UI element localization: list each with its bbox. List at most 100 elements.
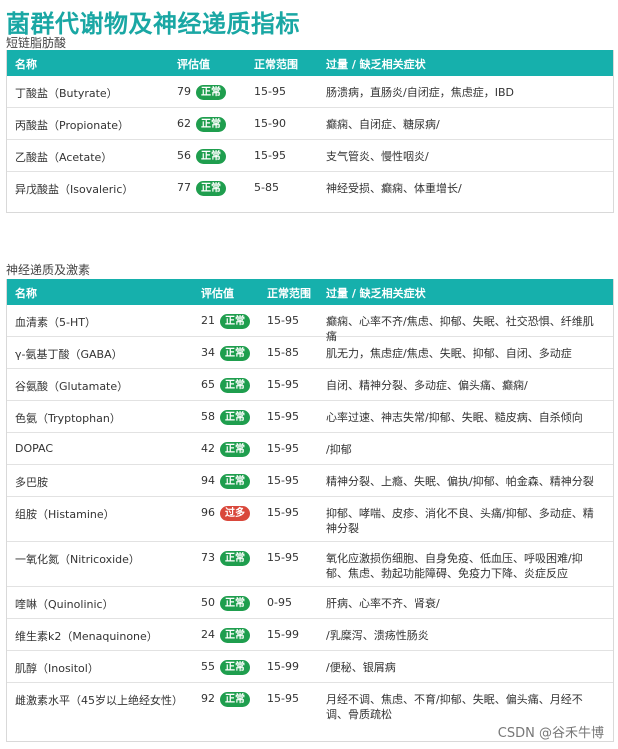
row-score: 77 正常 [177,181,226,196]
row-symptoms: 抑郁、哮喘、皮疹、消化不良、头痛/抑郁、多动症、精神分裂 [326,507,594,535]
table-row: 多巴胺 94 正常 15-95 精神分裂、上瘾、失眠、偏执/抑郁、帕金森、精神分裂 [7,465,613,497]
row-name: 色氨（Tryptophan） [15,412,121,425]
row-name: 多巴胺 [15,476,48,489]
row-symptoms: 肝病、心率不齐、肾衰/ [326,597,440,610]
row-name: 雌激素水平（45岁以上绝经女性） [15,694,183,707]
header-name: 名称 [15,287,37,300]
status-badge: 正常 [196,181,226,196]
score-value: 77 [177,181,191,194]
table-body: 丁酸盐（Butyrate） 79 正常 15-95 肠溃病，直肠炎/自闭症，焦虑症，IB… [7,76,613,203]
header-range: 正常范围 [267,287,311,300]
row-score: 24 正常 [201,628,250,643]
row-score: 96 过多 [201,506,250,521]
row-score: 73 正常 [201,551,250,566]
header-name: 名称 [15,58,37,71]
status-badge: 正常 [220,314,250,329]
row-name: γ-氨基丁酸（GABA） [15,348,123,361]
score-value: 92 [201,692,215,705]
score-value: 96 [201,506,215,519]
row-score: 55 正常 [201,660,250,675]
status-badge: 过多 [220,506,250,521]
row-range: 15-95 [267,692,299,705]
row-symptoms: 心率过速、神志失常/抑郁、失眠、糙皮病、自杀倾向 [326,411,583,424]
row-range: 15-99 [267,628,299,641]
row-range: 0-95 [267,596,292,609]
row-range: 15-95 [267,378,299,391]
row-score: 50 正常 [201,596,250,611]
row-range: 15-90 [254,117,286,130]
row-name: DOPAC [15,442,54,455]
row-range: 15-95 [267,474,299,487]
status-badge: 正常 [220,378,250,393]
row-score: 92 正常 [201,692,250,707]
score-value: 56 [177,149,191,162]
row-range: 15-95 [254,85,286,98]
table-row: γ-氨基丁酸（GABA） 34 正常 15-85 肌无力，焦虑症/焦虑、失眠、抑郁、自闭… [7,337,613,369]
row-score: 42 正常 [201,442,250,457]
table-neuro: 名称 评估值 正常范围 过量 / 缺乏相关症状 血清素（5-HT） 21 正常 15-… [6,279,614,742]
section-label-scfa: 短链脂肪酸 [6,36,67,50]
status-badge: 正常 [220,442,250,457]
table-row: 谷氨酸（Glutamate） 65 正常 15-95 自闭、精神分裂、多动症、偏头痛、癫… [7,369,613,401]
table-row: 异戊酸盐（Isovaleric） 77 正常 5-85 神经受损、癫痫、体重增长/ [7,172,613,203]
score-value: 24 [201,628,215,641]
score-value: 21 [201,314,215,327]
row-score: 62 正常 [177,117,226,132]
row-name: 丙酸盐（Propionate） [15,119,130,132]
row-name: 谷氨酸（Glutamate） [15,380,129,393]
row-symptoms: 氧化应激损伤细胞、自身免疫、低血压、呼吸困难/抑郁、焦虑、勃起功能障碍、免疫力下… [326,552,583,580]
row-range: 5-85 [254,181,279,194]
row-range: 15-95 [267,442,299,455]
score-value: 55 [201,660,215,673]
row-score: 56 正常 [177,149,226,164]
row-symptoms: 肠溃病，直肠炎/自闭症，焦虑症，IBD [326,86,514,99]
section-label-neuro: 神经递质及激素 [6,263,91,277]
row-name: 一氧化氮（Nitricoxide） [15,553,140,566]
status-badge: 正常 [220,474,250,489]
row-symptoms: /乳糜泻、溃疡性肠炎 [326,629,429,642]
table-row: 丙酸盐（Propionate） 62 正常 15-90 癫痫、自闭症、糖尿病/ [7,108,613,140]
row-name: 维生素k2（Menaquinone） [15,630,158,643]
table-row: 雌激素水平（45岁以上绝经女性） 92 正常 15-95 月经不调、焦虑、不育/抑郁、失… [7,683,613,727]
row-range: 15-85 [267,346,299,359]
row-symptoms: 癫痫、自闭症、糖尿病/ [326,118,440,131]
table-row: 乙酸盐（Acetate） 56 正常 15-95 支气管炎、慢性咽炎/ [7,140,613,172]
row-symptoms: 神经受损、癫痫、体重增长/ [326,182,462,195]
row-name: 肌醇（Inositol） [15,662,99,675]
header-symptoms: 过量 / 缺乏相关症状 [326,58,426,71]
status-badge: 正常 [196,117,226,132]
score-value: 65 [201,378,215,391]
table-row: 肌醇（Inositol） 55 正常 15-99/便秘、银屑病 [7,651,613,683]
status-badge: 正常 [220,410,250,425]
score-value: 94 [201,474,215,487]
header-range: 正常范围 [254,58,298,71]
score-value: 62 [177,117,191,130]
status-badge: 正常 [220,551,250,566]
table-scfa: 名称 评估值 正常范围 过量 / 缺乏相关症状 丁酸盐（Butyrate） 79 正… [6,50,614,213]
status-badge: 正常 [196,149,226,164]
status-badge: 正常 [196,85,226,100]
table-row: 血清素（5-HT） 21 正常 15-95 癫痫、心率不齐/焦虑、抑郁、失眠、社交恐惧、… [7,305,613,343]
table-header: 名称 评估值 正常范围 过量 / 缺乏相关症状 [7,50,613,76]
row-score: 21 正常 [201,314,250,329]
row-symptoms: /抑郁 [326,443,352,456]
watermark: CSDN @谷禾牛博 [497,726,604,741]
row-score: 79 正常 [177,85,226,100]
table-body: 血清素（5-HT） 21 正常 15-95 癫痫、心率不齐/焦虑、抑郁、失眠、社交恐惧、… [7,305,613,727]
row-name: 乙酸盐（Acetate） [15,151,113,164]
score-value: 73 [201,551,215,564]
score-value: 79 [177,85,191,98]
table-header: 名称 评估值 正常范围 过量 / 缺乏相关症状 [7,279,613,305]
row-symptoms: 精神分裂、上瘾、失眠、偏执/抑郁、帕金森、精神分裂 [326,475,594,488]
header-score: 评估值 [177,58,210,71]
row-range: 15-95 [267,506,299,519]
row-score: 94 正常 [201,474,250,489]
row-score: 65 正常 [201,378,250,393]
score-value: 50 [201,596,215,609]
row-range: 15-95 [267,410,299,423]
score-value: 42 [201,442,215,455]
status-badge: 正常 [220,660,250,675]
row-symptoms: 肌无力，焦虑症/焦虑、失眠、抑郁、自闭、多动症 [326,347,572,360]
row-name: 丁酸盐（Butyrate） [15,87,118,100]
row-name: 喹啉（Quinolinic） [15,598,114,611]
